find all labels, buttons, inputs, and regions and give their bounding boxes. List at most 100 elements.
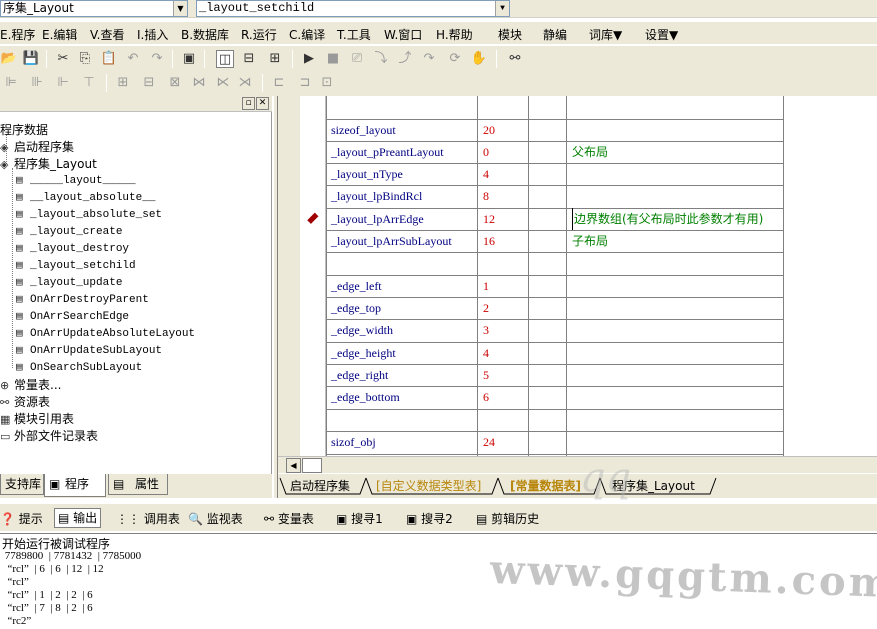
tab-constants[interactable]: [常量数据表] (510, 477, 581, 495)
tree-item-sub[interactable]: ▤ _layout_absolute_set (16, 207, 162, 224)
step-over-icon[interactable]: ↷ (420, 50, 438, 68)
same-width-icon[interactable]: ⊞ (114, 74, 132, 92)
tree-item-sub[interactable]: ▤ _layout_update (16, 275, 122, 292)
tab-properties[interactable]: ▤ 属性 (108, 474, 168, 495)
same-height-icon[interactable]: ⊟ (140, 74, 158, 92)
tab-variables[interactable]: ⚯ 变量表 (264, 510, 314, 527)
align-center-icon[interactable]: ⊪ (28, 74, 46, 92)
restore-icon[interactable]: ▫ (242, 97, 255, 110)
tree-root[interactable]: 程序数据 (0, 122, 48, 139)
scroll-thumb[interactable] (302, 458, 322, 473)
align-right-icon[interactable]: ⊩ (54, 74, 72, 92)
space-h-icon[interactable]: ⋈ (190, 74, 208, 92)
constant-name[interactable]: _layout_lpArrSubLayout (331, 230, 452, 252)
menu-program[interactable]: E.程序 (0, 26, 35, 43)
menu-insert[interactable]: I.插入 (137, 26, 168, 43)
align-top-icon[interactable]: ⊤ (80, 74, 98, 92)
undo-icon[interactable]: ↶ (124, 50, 142, 68)
tree-item-layout-set[interactable]: ◈ 程序集_Layout (0, 156, 97, 173)
tab-output[interactable]: ▤ 输出 (54, 508, 102, 528)
constant-name[interactable]: _layout_lpBindRcl (331, 185, 422, 207)
constant-name[interactable]: _edge_left (331, 275, 382, 297)
constant-name[interactable]: _layout_lpArrEdge (331, 208, 424, 230)
constant-value[interactable]: 8 (483, 185, 489, 207)
center-h-icon[interactable]: ⊏ (270, 74, 288, 92)
menu-compile[interactable]: C.编译 (289, 26, 325, 43)
menu-run[interactable]: R.运行 (241, 26, 277, 43)
cut-icon[interactable]: ✂ (54, 50, 72, 68)
tree-item-modules[interactable]: ▦ 模块引用表 (0, 411, 74, 428)
constant-value[interactable]: 4 (483, 163, 489, 185)
constant-name[interactable]: _edge_height (331, 342, 396, 364)
menu-window[interactable]: W.窗口 (384, 26, 422, 43)
constant-name[interactable]: _edge_width (331, 319, 393, 341)
redo-icon[interactable]: ↷ (148, 50, 166, 68)
menu-settings[interactable]: 设置▼ (645, 26, 678, 43)
center-v-icon[interactable]: ⊐ (296, 74, 314, 92)
tree-item-sub[interactable]: ▤ OnArrUpdateSubLayout (16, 343, 162, 360)
tree-item-sub[interactable]: ▤ OnArrSearchEdge (16, 309, 129, 326)
constant-value[interactable]: 3 (483, 319, 489, 341)
find-icon[interactable]: ▣ (180, 50, 198, 68)
tree-item-sub[interactable]: ▤ _layout_setchild (16, 258, 136, 275)
constant-value[interactable]: 0 (483, 141, 489, 163)
tab-call-stack[interactable]: ⋮⋮ 调用表 (116, 510, 180, 527)
subroutine-select[interactable]: _layout_setchild ▼ (196, 0, 510, 17)
constant-note[interactable]: 边界数组(有父布局时此参数才有用) (572, 208, 763, 230)
layout1-icon[interactable]: ◫ (216, 50, 234, 68)
constant-name[interactable]: sizeof_layout (331, 119, 396, 141)
layout2-icon[interactable]: ⊟ (240, 50, 258, 68)
tab-search1[interactable]: ▣ 搜寻1 (336, 510, 383, 527)
tree-item-sub[interactable]: ▤ __layout_absolute__ (16, 190, 155, 207)
constant-name[interactable]: _edge_top (331, 297, 381, 319)
tree-item-sub[interactable]: ▤ OnArrDestroyParent (16, 292, 149, 309)
constant-name[interactable]: _layout_nType (331, 163, 403, 185)
constant-value[interactable]: 5 (483, 364, 489, 386)
menu-help[interactable]: H.帮助 (436, 26, 473, 43)
menu-database[interactable]: B.数据库 (181, 26, 229, 43)
hand-icon[interactable]: ✋ (470, 50, 488, 68)
same-size-icon[interactable]: ⊠ (166, 74, 184, 92)
save-icon[interactable]: 💾 (22, 50, 40, 68)
menu-edit[interactable]: E.编辑 (42, 26, 77, 43)
space-equal-icon[interactable]: ⋊ (236, 74, 254, 92)
step-into-icon[interactable]: ⤵ (372, 50, 390, 68)
tree-item-sub[interactable]: ▤ _____layout_____ (16, 173, 136, 190)
constant-value[interactable]: 12 (483, 208, 495, 230)
constant-name[interactable]: _edge_bottom (331, 386, 400, 408)
tree-item-resources[interactable]: ⚯ 资源表 (0, 394, 50, 411)
menu-module[interactable]: 模块 (498, 26, 522, 43)
align-left-icon[interactable]: ⊫ (2, 74, 20, 92)
tab-search2[interactable]: ▣ 搜寻2 (406, 510, 453, 527)
tab-support-library[interactable]: 支持库 (0, 474, 44, 495)
breakpoint-icon[interactable]: ⟳ (446, 50, 464, 68)
tab-custom-types[interactable]: [自定义数据类型表] (376, 477, 481, 495)
constant-note[interactable]: 子布局 (572, 230, 608, 252)
tab-program[interactable]: ▣ 程序 (44, 474, 106, 497)
constant-value[interactable]: 6 (483, 386, 489, 408)
tree-item-sub[interactable]: ▤ _layout_destroy (16, 241, 129, 258)
tree-item-sub[interactable]: ▤ OnSearchSubLayout (16, 360, 142, 377)
tab-hint[interactable]: ❓ 提示 (0, 510, 43, 527)
chevron-down-icon[interactable]: ▼ (495, 1, 509, 16)
paste-icon[interactable]: 📋 (100, 50, 118, 68)
menu-lexicon[interactable]: 词库▼ (589, 26, 622, 43)
editor-hscrollbar[interactable]: ◀ (278, 456, 877, 473)
stop-icon[interactable]: ■ (324, 50, 342, 68)
step-icon[interactable]: ⎚ (348, 50, 366, 68)
constant-value[interactable]: 2 (483, 297, 489, 319)
run-icon[interactable]: ▶ (300, 50, 318, 68)
constant-value[interactable]: 1 (483, 275, 489, 297)
constant-value[interactable]: 24 (483, 431, 495, 453)
tree-item-sub[interactable]: ▤ OnArrUpdateAbsoluteLayout (16, 326, 195, 343)
menu-tools[interactable]: T.工具 (337, 26, 371, 43)
center-both-icon[interactable]: ⊡ (318, 74, 336, 92)
binoculars-icon[interactable]: ⚯ (506, 50, 524, 68)
tab-startup-set[interactable]: 启动程序集 (290, 477, 350, 495)
space-v-icon[interactable]: ⋉ (214, 74, 232, 92)
tree-item-files[interactable]: ▭ 外部文件记录表 (0, 428, 98, 445)
step-out-icon[interactable]: ⤴ (396, 50, 414, 68)
open-icon[interactable]: 📂 (0, 50, 18, 68)
chevron-down-icon[interactable]: ▼ (173, 1, 187, 16)
scroll-left-icon[interactable]: ◀ (286, 458, 301, 473)
